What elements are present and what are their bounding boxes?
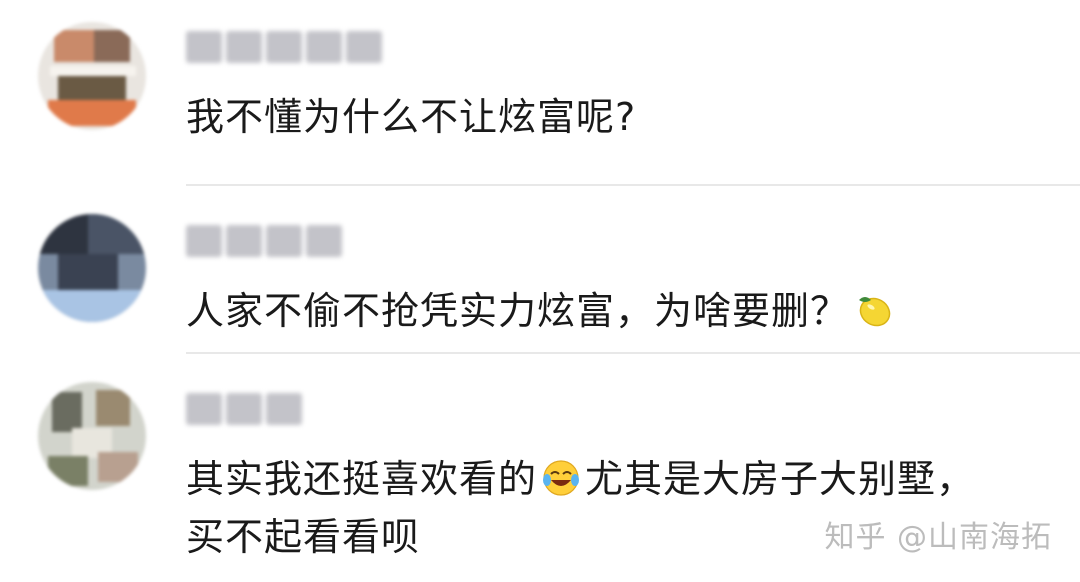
comment-text-line2: 买不起看看呗 <box>186 515 421 559</box>
comment-text: 我不懂为什么不让炫富呢? <box>186 95 637 139</box>
lemon-emoji-icon <box>859 297 891 327</box>
username-blurred[interactable] <box>186 390 302 428</box>
comment-text-content: 人家不偷不抢凭实力炫富，为啥要删？ <box>186 289 850 333</box>
username-blurred[interactable] <box>186 28 382 66</box>
comment-text-after-emoji: 尤其是大房子大别墅， <box>585 457 976 501</box>
username-blurred[interactable] <box>186 222 342 260</box>
avatar[interactable] <box>38 382 146 490</box>
comment-divider <box>186 184 1080 186</box>
laughing-crying-emoji-icon <box>543 460 580 496</box>
comment-section-screenshot: { "comments": [ { "username": "", "text"… <box>0 0 1080 582</box>
avatar[interactable] <box>38 214 146 322</box>
watermark: 知乎 @山南海拓 <box>824 520 1052 555</box>
avatar[interactable] <box>38 22 146 130</box>
comment-text-before-emoji: 其实我还挺喜欢看的 <box>186 457 538 501</box>
comment-divider <box>186 352 1080 354</box>
comment-text: 人家不偷不抢凭实力炫富，为啥要删？ <box>186 282 897 340</box>
comment-text-line1: 其实我还挺喜欢看的 尤其是大房子大别墅， <box>186 450 975 508</box>
